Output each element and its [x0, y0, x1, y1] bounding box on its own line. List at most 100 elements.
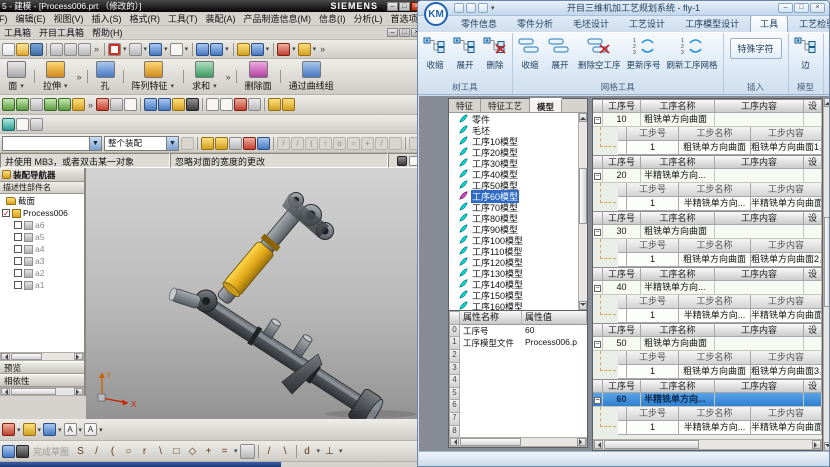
menu-item[interactable]: 开目工具箱 — [35, 26, 88, 40]
chevron-down-icon[interactable]: ▾ — [78, 426, 84, 434]
menu-item[interactable]: 编辑(E) — [12, 12, 50, 26]
side-tab-特征[interactable]: 特征 — [449, 99, 481, 112]
checkbox[interactable] — [14, 281, 22, 289]
move-component-icon[interactable] — [196, 43, 209, 56]
cut-icon[interactable] — [50, 43, 63, 56]
snap-circle-dot-icon[interactable]: o — [333, 137, 346, 150]
chevron-down-icon[interactable]: ▾ — [63, 82, 69, 90]
tree-collapse-button[interactable]: 收缩 — [420, 34, 450, 73]
chevron-down-icon[interactable]: ▼ — [89, 137, 101, 150]
menu-item[interactable]: 格式(R) — [126, 12, 165, 26]
pattern-feature-button[interactable]: 阵列特征▾ — [127, 60, 181, 93]
distance-icon[interactable] — [298, 43, 311, 56]
table-row[interactable]: 8 — [449, 426, 587, 437]
menu-item[interactable]: 装配(A) — [202, 12, 240, 26]
trimetric-view-icon[interactable] — [129, 43, 142, 56]
tree-expand-button[interactable]: 展开 — [450, 34, 480, 73]
operations-hscrollbar[interactable] — [593, 439, 822, 450]
fillet-icon[interactable]: r — [137, 444, 152, 459]
open-folder-icon[interactable] — [16, 43, 29, 56]
collapse-expander-icon[interactable]: − — [594, 397, 601, 404]
menu-item[interactable]: 插入(S) — [88, 12, 126, 26]
mesh-dark-icon[interactable] — [16, 445, 29, 458]
selection-filter-combo[interactable]: ▼ — [2, 136, 102, 151]
navigator-tree-item[interactable]: ✓Process006 — [0, 207, 84, 219]
side-tab-特征工艺[interactable]: 特征工艺 — [481, 99, 530, 112]
box-gold2-icon[interactable] — [282, 98, 295, 111]
sheet-icon[interactable] — [2, 98, 15, 111]
new-file-icon[interactable] — [2, 43, 15, 56]
mdi-restore-icon[interactable]: □ — [399, 28, 410, 37]
chevron-down-icon[interactable]: ▾ — [57, 426, 63, 434]
toolbar-overflow-icon[interactable]: » — [224, 72, 233, 82]
menu-item[interactable]: 文件(F) — [0, 12, 12, 26]
close-icon[interactable]: × — [810, 3, 825, 13]
table-row[interactable]: 5 — [449, 388, 587, 401]
chevron-down-icon[interactable]: ▾ — [291, 45, 297, 53]
navigator-tree-item[interactable]: a1 — [0, 279, 84, 291]
table-row[interactable]: 4 — [449, 375, 587, 388]
spline-icon[interactable]: S — [73, 444, 88, 459]
dependencies-hscrollbar[interactable] — [0, 387, 84, 396]
extend-icon[interactable]: \ — [278, 444, 293, 459]
menu-item[interactable]: 分析(L) — [350, 12, 387, 26]
part-gold-icon[interactable] — [72, 98, 85, 111]
tab-工序模型设计[interactable]: 工序模型设计 — [676, 16, 748, 32]
tab-工具[interactable]: 工具 — [750, 15, 788, 32]
box-redblue-icon[interactable] — [257, 137, 270, 150]
cylinder-icon[interactable] — [144, 98, 157, 111]
tree-vscrollbar[interactable] — [578, 113, 587, 310]
snap-plus-icon[interactable]: + — [361, 137, 374, 150]
refresh-grid-button[interactable]: 123刷新工序网格 — [664, 34, 721, 73]
chevron-down-icon[interactable]: ▾ — [316, 447, 322, 455]
menu-item[interactable]: 工具箱 — [0, 26, 35, 40]
window-pane-icon[interactable] — [170, 43, 183, 56]
capsule-icon[interactable] — [30, 98, 43, 111]
snap-face-icon[interactable] — [389, 137, 402, 150]
table-row[interactable]: 1粗铣单方向曲面粗铣单方向曲面2，留余 — [618, 253, 822, 267]
navigator-column-header[interactable]: 描述性部件名 — [0, 182, 84, 194]
compass-icon[interactable] — [243, 137, 256, 150]
sheets-icon[interactable] — [16, 98, 29, 111]
tab-工艺设计[interactable]: 工艺设计 — [620, 16, 674, 32]
maximize-icon[interactable]: □ — [399, 2, 410, 11]
qat-chevron-down-icon[interactable]: ▾ — [490, 4, 496, 12]
text-note-icon[interactable]: A — [64, 423, 77, 436]
table-row[interactable]: 1粗铣单方向曲面粗铣单方向曲面1，留余 — [618, 141, 822, 155]
table-grid-icon[interactable] — [16, 118, 29, 131]
chevron-down-icon[interactable]: ▾ — [312, 45, 318, 53]
collapse-expander-icon[interactable]: − — [594, 173, 601, 180]
link-gray-icon[interactable] — [181, 137, 194, 150]
tree-delete-button[interactable]: 删除 — [480, 34, 510, 73]
grid-collapse-button[interactable]: 收缩 — [515, 34, 545, 73]
circle-icon[interactable]: ○ — [121, 444, 136, 459]
chevron-down-icon[interactable]: ▼ — [166, 137, 178, 150]
fit-view-icon[interactable] — [108, 43, 121, 56]
arc-icon[interactable]: ( — [105, 444, 120, 459]
property-hscrollbar[interactable] — [449, 437, 587, 447]
tab-零件信息[interactable]: 零件信息 — [452, 16, 506, 32]
grid-red-icon[interactable] — [220, 98, 233, 111]
checkbox[interactable] — [14, 233, 22, 241]
toolbar-overflow-icon[interactable]: » — [75, 72, 84, 82]
dependencies-section-header[interactable]: 相依性 — [0, 374, 84, 387]
selection-scope-combo[interactable]: 整个装配 ▼ — [104, 136, 179, 151]
maximize-icon[interactable]: □ — [794, 3, 809, 13]
table-row[interactable]: 1粗铣单方向曲面粗铣单方向曲面3，留余 — [618, 365, 822, 379]
table-row[interactable]: 2 — [449, 350, 587, 363]
graphics-viewport[interactable]: X Y — [86, 168, 424, 419]
navigator-tree-item[interactable]: a2 — [0, 267, 84, 279]
edge-button[interactable]: 边 — [791, 34, 821, 73]
copy-icon[interactable] — [64, 43, 77, 56]
finish-sketch-button[interactable]: 完成草图 — [30, 445, 72, 458]
paste-icon[interactable] — [78, 43, 91, 56]
inferred-dim-icon[interactable]: d — [300, 444, 315, 459]
collapse-expander-icon[interactable]: − — [594, 229, 601, 236]
chevron-down-icon[interactable]: ▾ — [16, 426, 22, 434]
table-row[interactable]: −40半精铣单方向... — [593, 281, 822, 295]
special-char-button[interactable]: 特殊字符 — [730, 38, 782, 59]
menu-item[interactable]: 信息(I) — [315, 12, 350, 26]
table-row[interactable]: 6 — [449, 400, 587, 413]
table-row[interactable]: −30粗铣单方向曲面 — [593, 225, 822, 239]
chevron-down-icon[interactable]: ▾ — [143, 45, 149, 53]
